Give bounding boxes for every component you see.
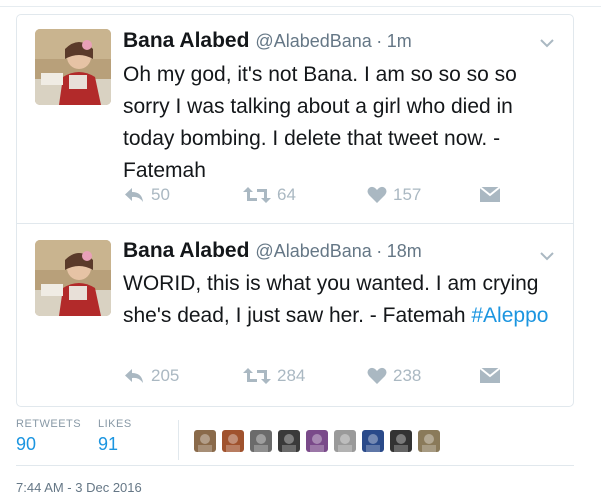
likes-label: LIKES: [98, 418, 132, 430]
reply-count: 50: [151, 185, 170, 204]
retweet-button[interactable]: 284: [243, 366, 305, 386]
retweet-icon: [243, 368, 271, 384]
tweet-header: Bana Alabed @AlabedBana · 18m: [123, 239, 422, 263]
retweet-icon: [243, 187, 271, 203]
liker-avatar[interactable]: [306, 430, 328, 452]
retweets-label: RETWEETS: [16, 418, 82, 430]
chevron-down-icon[interactable]: [539, 248, 555, 264]
like-count: 238: [393, 366, 422, 385]
avatar[interactable]: [35, 240, 111, 316]
direct-message-icon: [479, 186, 501, 202]
author-handle[interactable]: @AlabedBana: [255, 241, 371, 261]
tweet-stats: RETWEETS 90 LIKES 91: [16, 418, 574, 464]
divider: [16, 465, 574, 466]
separator: ·: [376, 31, 383, 51]
reply-button[interactable]: 50: [123, 185, 170, 205]
previous-content-edge: [0, 0, 601, 7]
liker-avatar[interactable]: [390, 430, 412, 452]
tweet-card[interactable]: Bana Alabed @AlabedBana · 1m Oh my god, i…: [16, 14, 574, 224]
author-handle[interactable]: @AlabedBana: [255, 31, 371, 51]
likes-value: 91: [98, 434, 119, 454]
hashtag-link[interactable]: #Aleppo: [471, 304, 548, 327]
tweet-time[interactable]: 1m: [387, 31, 412, 51]
reply-count: 205: [151, 366, 180, 385]
tweet-text: WORID, this is what you wanted. I am cry…: [123, 268, 553, 332]
heart-icon: [367, 367, 387, 384]
tweet-actions: 205 284 238: [123, 366, 563, 392]
direct-message-button[interactable]: [479, 366, 501, 384]
liker-avatar[interactable]: [250, 430, 272, 452]
author-name[interactable]: Bana Alabed: [123, 239, 249, 262]
chevron-down-icon[interactable]: [539, 35, 555, 51]
retweet-button[interactable]: 64: [243, 185, 296, 205]
retweets-value: 90: [16, 434, 37, 454]
retweet-count: 284: [277, 366, 306, 385]
reply-button[interactable]: 205: [123, 366, 179, 386]
liker-avatar[interactable]: [278, 430, 300, 452]
tweet-card[interactable]: Bana Alabed @AlabedBana · 18m WORID, this…: [16, 224, 574, 407]
liker-avatars: [194, 430, 440, 452]
direct-message-icon: [479, 367, 501, 383]
liker-avatar[interactable]: [194, 430, 216, 452]
like-button[interactable]: 157: [367, 185, 421, 205]
liker-avatar[interactable]: [362, 430, 384, 452]
retweet-count: 64: [277, 185, 296, 204]
direct-message-button[interactable]: [479, 185, 501, 203]
tweet-text: Oh my god, it's not Bana. I am so so so …: [123, 63, 517, 182]
tweet-time[interactable]: 18m: [387, 241, 422, 261]
reply-icon: [125, 369, 143, 383]
liker-avatar[interactable]: [334, 430, 356, 452]
heart-icon: [367, 186, 387, 203]
tweet-timestamp[interactable]: 7:44 AM - 3 Dec 2016: [16, 480, 142, 495]
liker-avatar[interactable]: [222, 430, 244, 452]
like-button[interactable]: 238: [367, 366, 421, 386]
reply-icon: [125, 188, 143, 202]
stats-divider: [178, 420, 179, 460]
liker-avatar[interactable]: [418, 430, 440, 452]
author-name[interactable]: Bana Alabed: [123, 29, 249, 52]
separator: ·: [376, 241, 383, 261]
like-count: 157: [393, 185, 422, 204]
tweet-actions: 50 64 157: [123, 185, 563, 211]
avatar[interactable]: [35, 29, 111, 105]
tweet-header: Bana Alabed @AlabedBana · 1m: [123, 29, 412, 53]
retweets-stat[interactable]: RETWEETS 90: [16, 418, 81, 455]
likes-stat[interactable]: LIKES 91: [98, 418, 132, 455]
